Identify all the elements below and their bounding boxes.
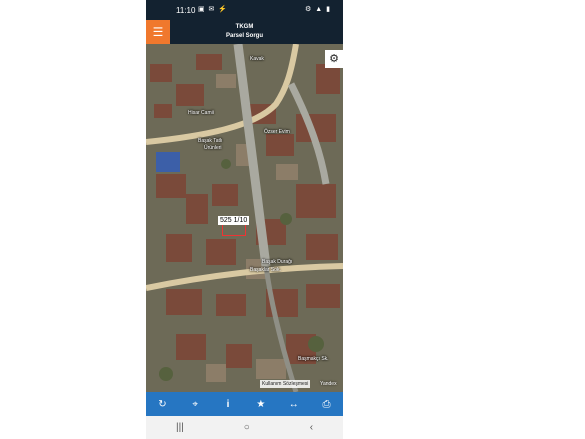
poi-label-ozser-evim: Özser Evim xyxy=(264,129,290,135)
poi-label-urunleri: Ürünleri xyxy=(204,145,222,151)
app-title: TKGM xyxy=(235,24,254,30)
back-icon[interactable]: ‹ xyxy=(310,422,313,433)
info-icon[interactable]: i xyxy=(218,399,238,410)
status-bar: 11:10 ▣ ✉ ⚡ ⚙ ▲ ▮ xyxy=(146,0,343,20)
measure-icon[interactable]: ↔ xyxy=(284,399,304,410)
mosque-label: Hisar Camii xyxy=(188,110,214,116)
street-label-kavak: Kavak xyxy=(250,56,264,62)
recents-icon[interactable]: ||| xyxy=(176,422,184,433)
system-navigation-bar: ||| ○ ‹ xyxy=(146,416,343,439)
notification-icons: ▣ ✉ ⚡ xyxy=(198,6,229,13)
terms-of-use-link[interactable]: Kullanım Sözleşmesi xyxy=(260,380,311,388)
parcel-number-label: 525 1/10 xyxy=(218,216,250,225)
street-label-basmakci: Başmakçı Sk. xyxy=(298,356,329,362)
app-subtitle: Parsel Sorgu xyxy=(225,33,263,39)
poi-label-basak-duragi: Başak Durağı xyxy=(262,259,293,265)
status-time: 11:10 xyxy=(176,6,196,15)
print-icon[interactable]: ⎙ xyxy=(317,399,337,410)
system-status-icons: ⚙ ▲ ▮ xyxy=(305,6,331,13)
map-settings-button[interactable]: ⚙ xyxy=(325,50,343,68)
bottom-toolbar: ↻ ⌖ i ★ ↔ ⎙ xyxy=(146,392,343,416)
gear-icon: ⚙ xyxy=(329,53,339,65)
home-icon[interactable]: ○ xyxy=(244,422,250,433)
map-provider-label: Yandex xyxy=(320,381,337,387)
parcel-outline[interactable] xyxy=(222,224,246,236)
locate-icon[interactable]: ⌖ xyxy=(185,399,205,410)
street-label-basaklar: Başaklar Sok. xyxy=(250,267,281,273)
poi-label-basak-tatli: Başak Tatlı xyxy=(198,138,223,144)
phone-screen: 11:10 ▣ ✉ ⚡ ⚙ ▲ ▮ ☰ TKGM Parsel Sorgu Hi… xyxy=(146,0,343,439)
app-header: ☰ TKGM Parsel Sorgu xyxy=(146,20,343,44)
star-icon[interactable]: ★ xyxy=(251,399,271,410)
satellite-map[interactable]: Hisar Camii Başak Tatlı Ürünleri Özser E… xyxy=(146,44,343,392)
refresh-icon[interactable]: ↻ xyxy=(152,399,172,410)
